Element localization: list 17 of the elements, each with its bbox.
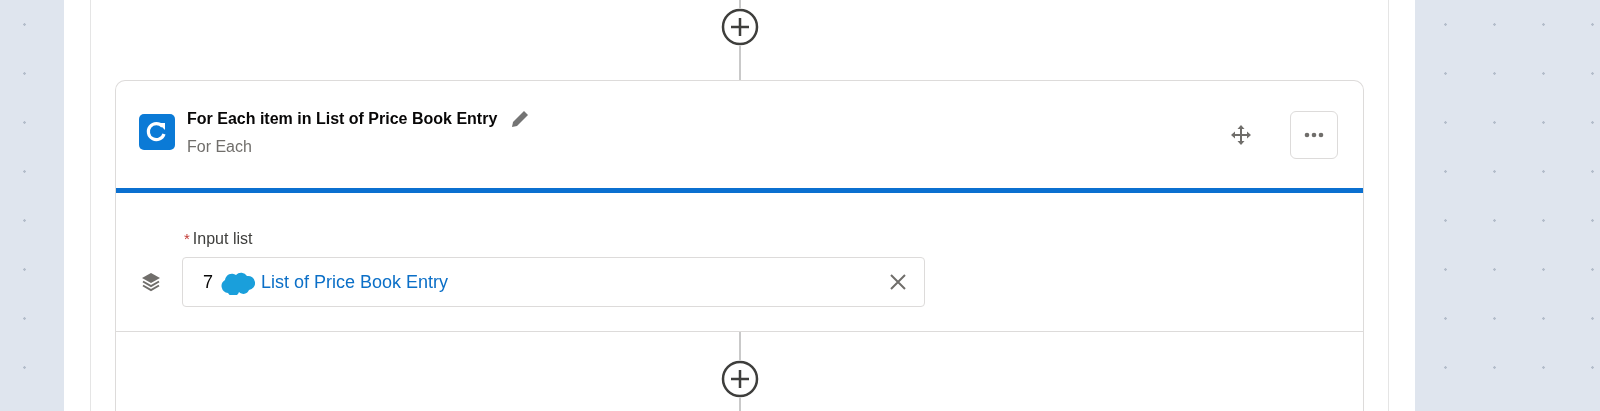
required-mark: *: [184, 228, 190, 249]
element-title: For Each item in List of Price Book Entry: [187, 109, 498, 129]
plus-circle-icon: [720, 360, 759, 398]
add-element-button[interactable]: [720, 360, 759, 398]
more-actions-button[interactable]: [1290, 110, 1338, 159]
field-label: Input list: [192, 229, 253, 249]
plus-circle-icon: [720, 8, 759, 46]
close-icon[interactable]: [890, 274, 906, 290]
field-prefix: 7: [203, 270, 213, 294]
move-icon[interactable]: [1230, 123, 1252, 146]
element-type: For Each: [187, 137, 253, 157]
loop-icon: [139, 114, 175, 150]
field-value: List of Price Book Entry: [261, 270, 449, 294]
layers-icon: [140, 271, 162, 293]
more-icon: [1304, 131, 1324, 138]
add-element-button[interactable]: [720, 8, 759, 46]
input-field[interactable]: 7 List of Price Book Entry: [182, 257, 925, 307]
